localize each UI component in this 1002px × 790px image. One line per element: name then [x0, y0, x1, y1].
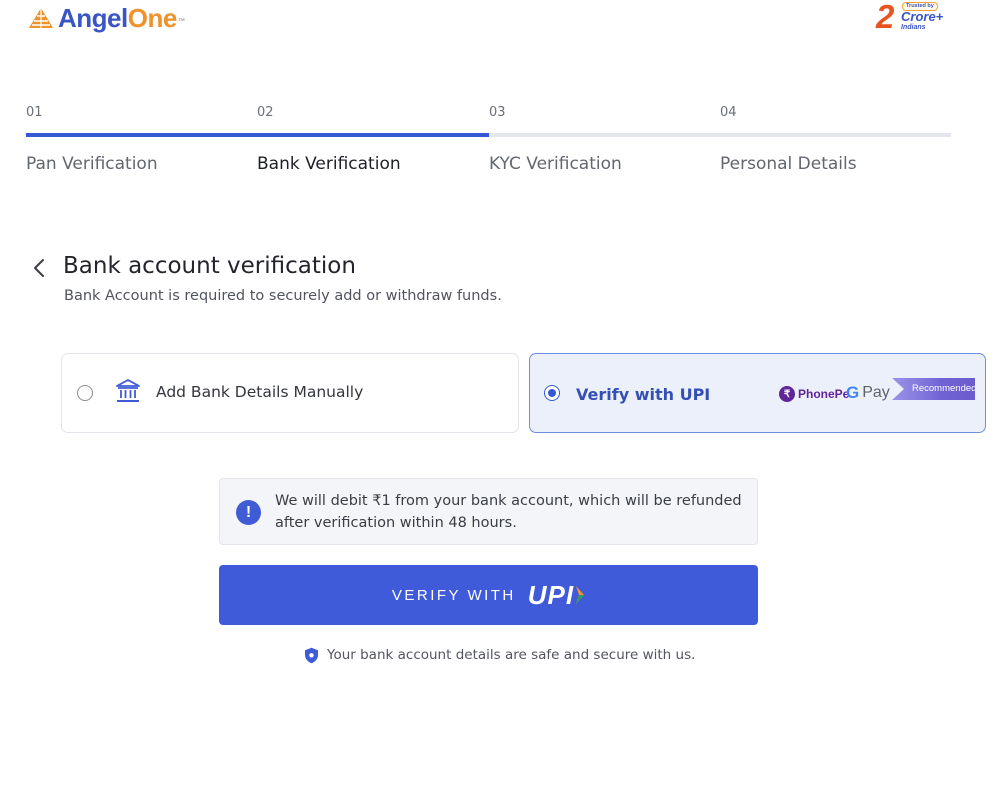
bank-icon	[116, 379, 140, 402]
debit-info-text: We will debit ₹1 from your bank account,…	[275, 493, 742, 531]
brand-name: AngelOne™	[58, 2, 185, 34]
verify-with-upi-button[interactable]: VERIFY WITH UPI	[219, 565, 758, 625]
angelone-logo[interactable]: AngelOne™	[28, 2, 185, 34]
brand-trademark: ™	[177, 18, 185, 25]
progress-fill	[26, 133, 489, 137]
shield-check-icon	[305, 647, 318, 663]
secure-note-text: Your bank account details are safe and s…	[327, 647, 696, 663]
debit-info-box: ! We will debit ₹1 from your bank accoun…	[219, 478, 758, 545]
brand-name-part2: One	[127, 3, 178, 33]
upi-arrow-icon	[576, 586, 585, 604]
exclamation-icon: !	[236, 500, 261, 525]
step-label: Personal Details	[720, 154, 857, 174]
section-title: Bank account verification	[63, 253, 356, 279]
step-label: Pan Verification	[26, 154, 158, 174]
onboarding-stepper: 01 Pan Verification 02 Bank Verification…	[26, 104, 951, 184]
step-label: Bank Verification	[257, 154, 401, 174]
step-label: KYC Verification	[489, 154, 622, 174]
gpay-g-icon: G	[846, 383, 860, 402]
phonepe-icon: ₹	[779, 386, 795, 402]
option-add-bank-manually[interactable]: Add Bank Details Manually	[61, 353, 519, 433]
step-number: 02	[257, 105, 274, 120]
radio-upi[interactable]	[544, 385, 560, 401]
brand-name-part1: Angel	[58, 3, 128, 33]
section-subtitle: Bank Account is required to securely add…	[64, 288, 502, 304]
trust-badge-number: 2	[876, 0, 895, 35]
phonepe-text: PhonePe	[798, 387, 850, 401]
chevron-left-icon	[34, 259, 44, 277]
upi-logo-text: UPI	[527, 579, 575, 610]
step-number: 01	[26, 105, 43, 120]
trust-badge-sub: Indians	[901, 24, 926, 31]
phonepe-logo: ₹ PhonePe	[779, 384, 849, 404]
option-manual-label: Add Bank Details Manually	[156, 383, 364, 401]
option-upi-label: Verify with UPI	[576, 385, 711, 404]
secure-note: Your bank account details are safe and s…	[304, 645, 695, 665]
trust-badge-main: Crore+	[901, 9, 944, 24]
verify-button-label: VERIFY WITH	[391, 586, 516, 604]
gpay-text: Pay	[862, 384, 890, 401]
radio-manual[interactable]	[77, 385, 93, 401]
trust-badge: 2 Trusted by Crore+ Indians	[876, 0, 948, 36]
upi-logo: UPI	[528, 580, 585, 611]
progress-track	[26, 133, 951, 137]
back-button[interactable]	[28, 254, 50, 282]
step-number: 03	[489, 105, 506, 120]
step-number: 04	[720, 105, 737, 120]
recommended-badge: Recommended	[892, 378, 975, 400]
gpay-logo: G Pay	[846, 382, 890, 404]
option-verify-with-upi[interactable]: Verify with UPI ₹ PhonePe G Pay Recommen…	[529, 353, 986, 433]
angelone-logo-icon	[29, 8, 53, 28]
